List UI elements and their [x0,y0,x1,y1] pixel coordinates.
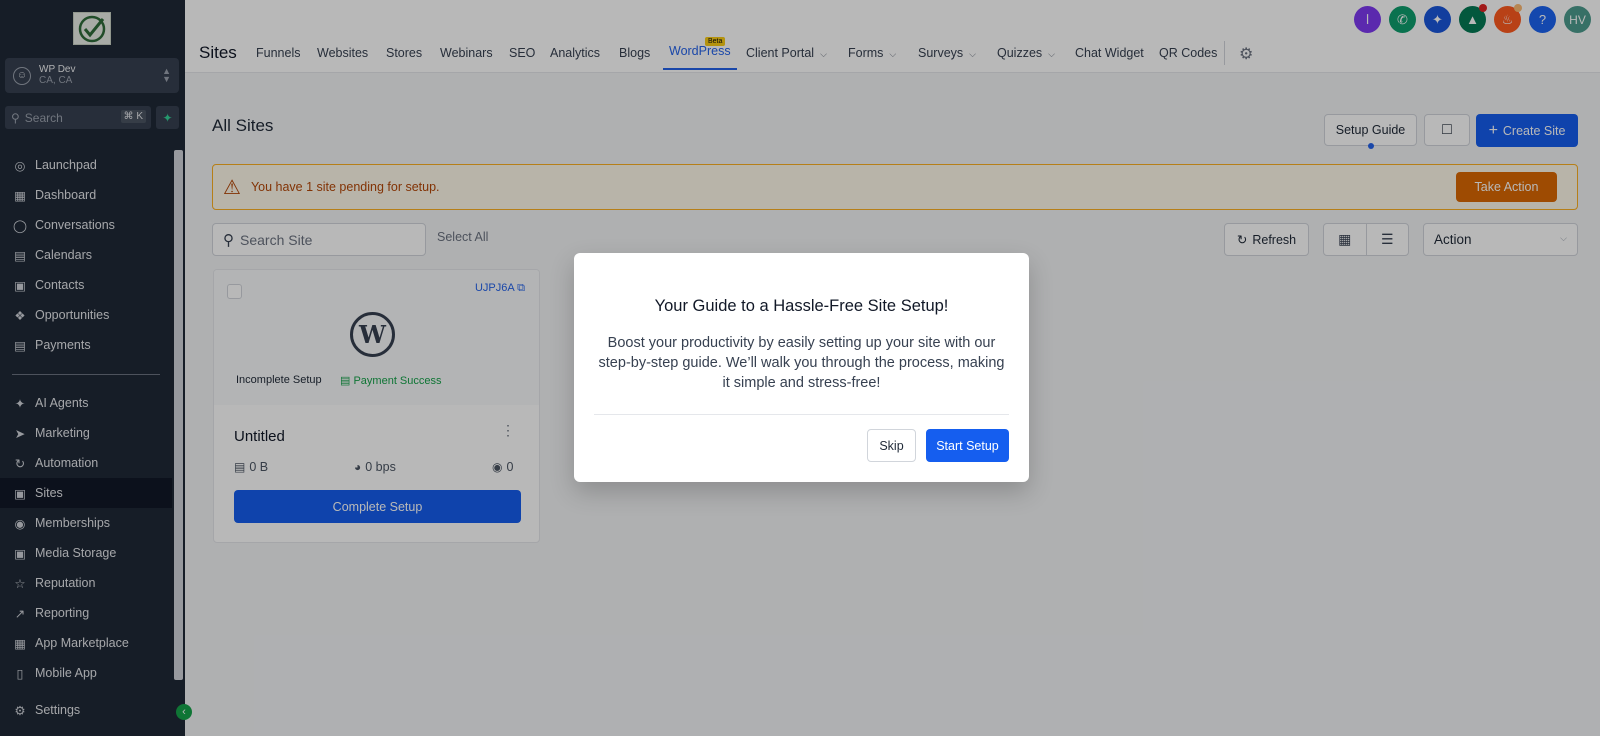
setup-guide-modal: Your Guide to a Hassle-Free Site Setup! … [574,253,1029,482]
skip-button[interactable]: Skip [867,429,916,462]
modal-title: Your Guide to a Hassle-Free Site Setup! [654,297,949,315]
modal-divider [594,414,1009,415]
start-setup-button[interactable]: Start Setup [926,429,1009,462]
modal-body: Boost your productivity by easily settin… [598,335,1005,391]
